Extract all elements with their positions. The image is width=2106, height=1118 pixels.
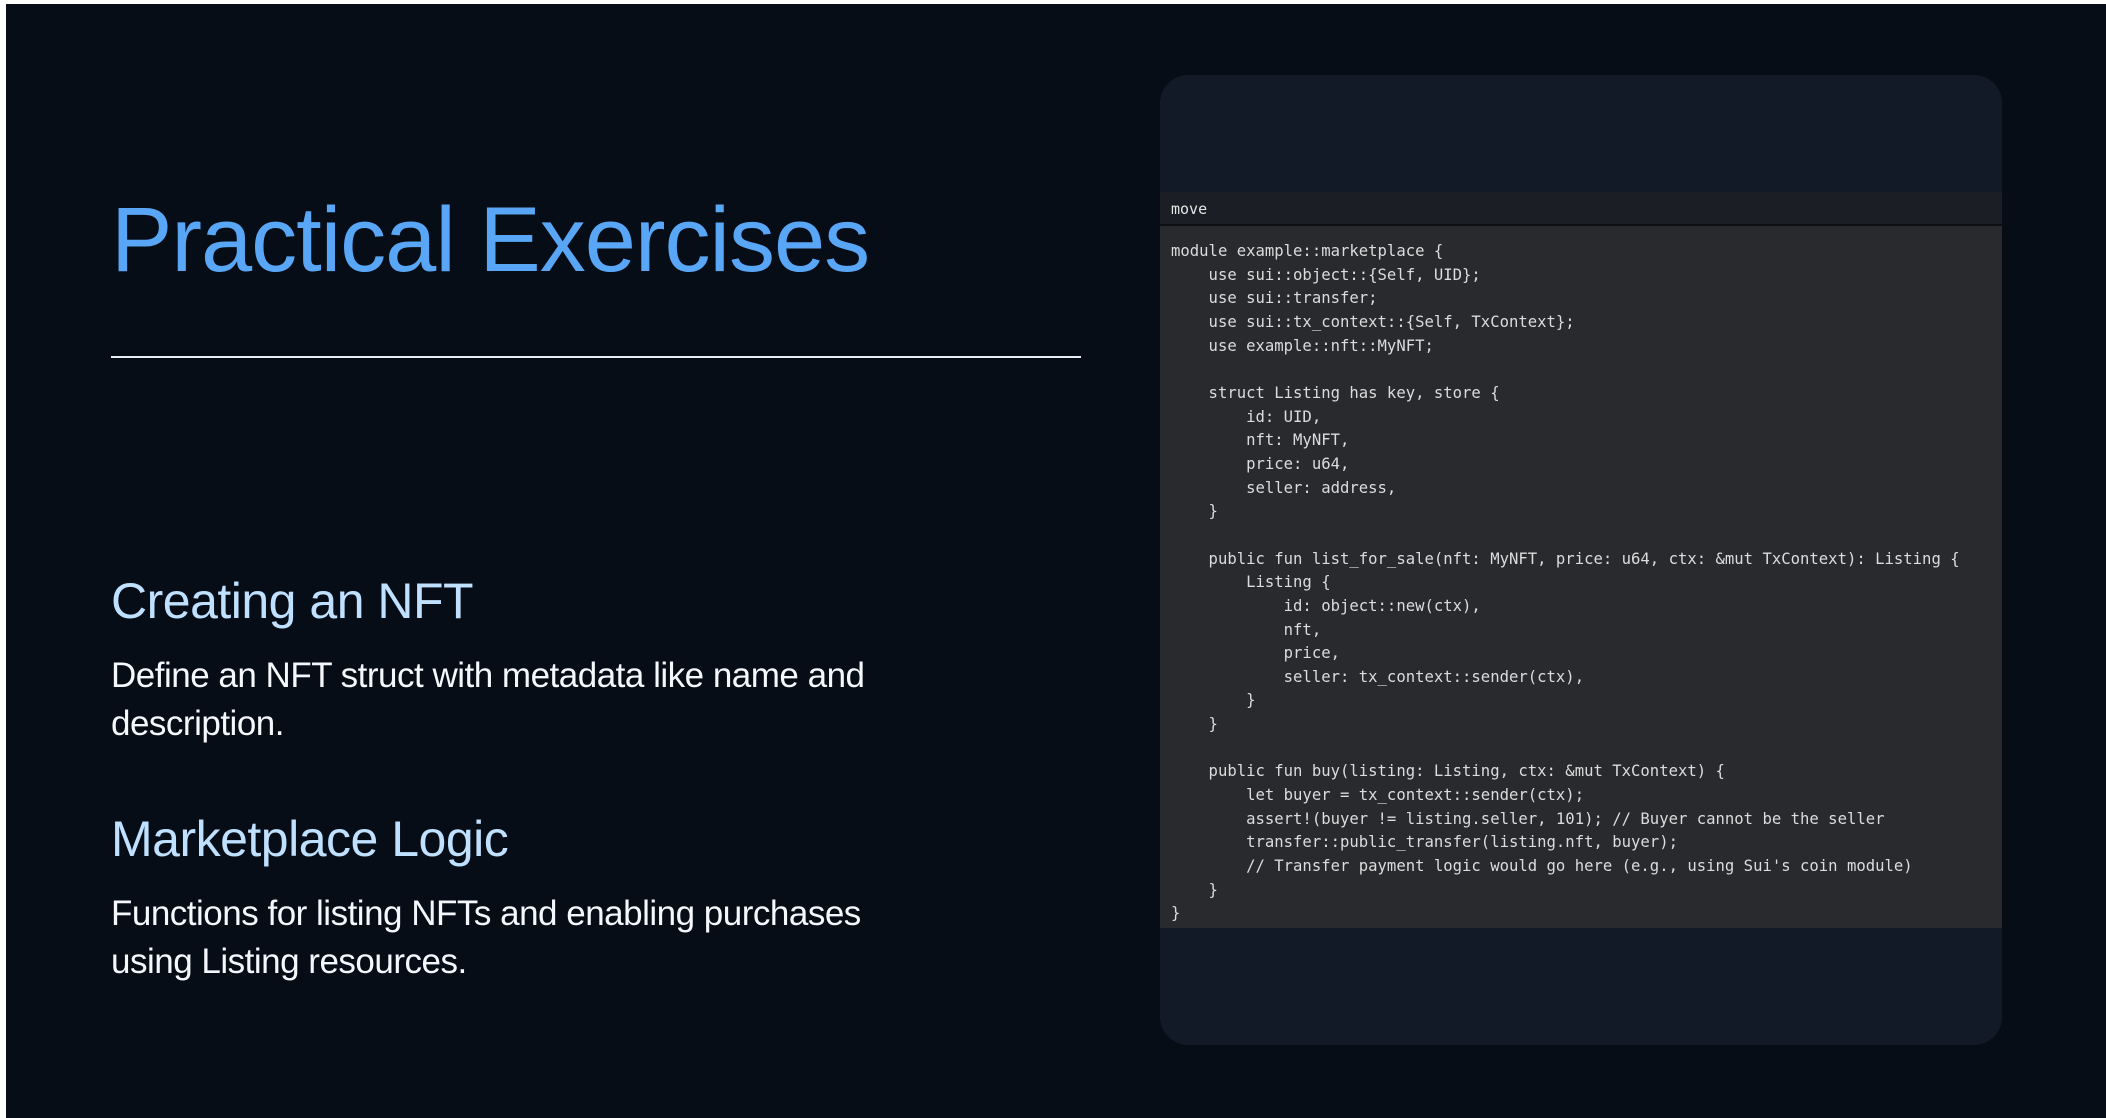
code-block[interactable]: module example::marketplace { use sui::o… (1160, 226, 2002, 928)
section-body-marketplace-logic: Functions for listing NFTs and enabling … (111, 894, 861, 981)
code-text[interactable]: module example::marketplace { use sui::o… (1171, 240, 2002, 926)
section-body-creating-nft: Define an NFT struct with metadata like … (111, 656, 865, 743)
code-card: move module example::marketplace { use s… (1160, 75, 2002, 1045)
slide: Practical Exercises Creating an NFT Defi… (6, 4, 2106, 1118)
section-heading-creating-nft: Creating an NFT (111, 573, 474, 629)
slide-title: Practical Exercises (111, 189, 870, 291)
code-language-bar: move (1160, 192, 2002, 226)
code-language-label: move (1171, 200, 1208, 218)
title-divider (111, 356, 1081, 358)
section-heading-marketplace-logic: Marketplace Logic (111, 811, 509, 867)
